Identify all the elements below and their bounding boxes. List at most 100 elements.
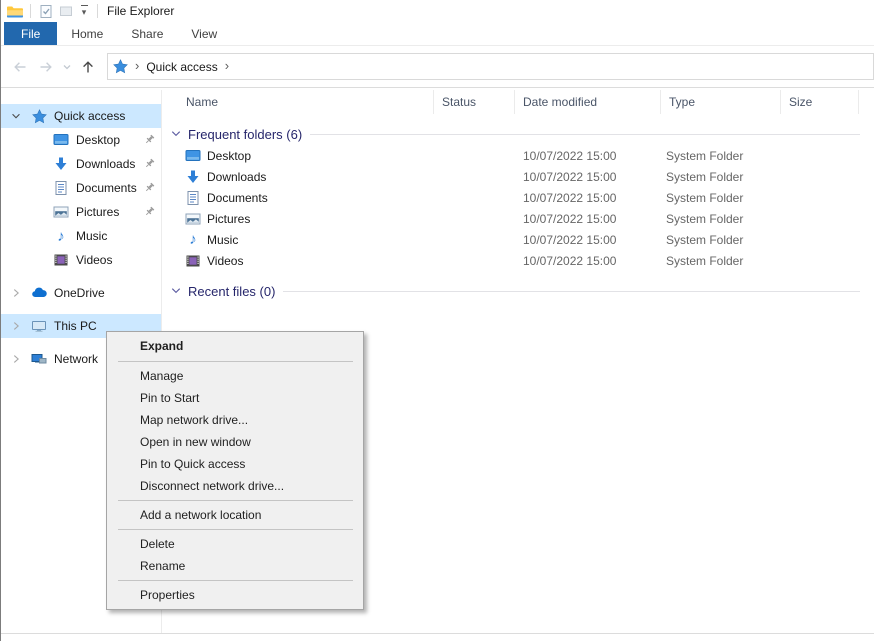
sidebar-item-label: This PC bbox=[54, 319, 97, 333]
file-name: Music bbox=[207, 233, 238, 247]
group-header-recent-files[interactable]: Recent files (0) bbox=[162, 280, 874, 302]
tab-file[interactable]: File bbox=[4, 22, 57, 45]
properties-quick-icon[interactable] bbox=[36, 2, 56, 20]
group-rule bbox=[283, 291, 860, 292]
breadcrumb-chevron-icon[interactable]: › bbox=[128, 58, 146, 75]
videos-icon bbox=[185, 253, 201, 269]
file-row-videos[interactable]: Videos 10/07/2022 15:00 System Folder bbox=[162, 250, 874, 271]
status-bar bbox=[1, 633, 874, 641]
menu-item-pin-to-quick-access[interactable]: Pin to Quick access bbox=[107, 453, 363, 475]
column-header-status[interactable]: Status bbox=[434, 90, 515, 114]
pictures-icon bbox=[185, 211, 201, 227]
music-icon: ♪ bbox=[185, 232, 201, 248]
desktop-icon bbox=[53, 132, 69, 148]
customize-toolbar-dropdown-icon[interactable]: ▾ bbox=[76, 5, 92, 18]
column-header-date-modified[interactable]: Date modified bbox=[515, 90, 661, 114]
file-type: System Folder bbox=[661, 212, 781, 226]
sidebar-item-label: Quick access bbox=[54, 109, 125, 123]
file-row-desktop[interactable]: Desktop 10/07/2022 15:00 System Folder bbox=[162, 145, 874, 166]
group-header-frequent-folders[interactable]: Frequent folders (6) bbox=[162, 123, 874, 145]
menu-item-map-network-drive[interactable]: Map network drive... bbox=[107, 409, 363, 431]
chevron-right-icon[interactable] bbox=[9, 320, 23, 332]
sidebar-item-pictures[interactable]: Pictures bbox=[1, 200, 161, 224]
file-date-modified: 10/07/2022 15:00 bbox=[515, 254, 661, 268]
group-header-label: Recent files (0) bbox=[188, 284, 275, 299]
file-date-modified: 10/07/2022 15:00 bbox=[515, 212, 661, 226]
quick-access-star-icon bbox=[31, 108, 47, 124]
chevron-right-icon[interactable] bbox=[9, 287, 23, 299]
up-icon[interactable] bbox=[75, 54, 101, 80]
chevron-right-icon[interactable] bbox=[9, 353, 23, 365]
menu-separator bbox=[118, 361, 353, 362]
sidebar-item-label: Desktop bbox=[76, 133, 120, 147]
file-type: System Folder bbox=[661, 191, 781, 205]
column-header-name[interactable]: Name bbox=[162, 90, 434, 114]
breadcrumb-quick-access[interactable]: Quick access bbox=[146, 60, 217, 74]
tab-home[interactable]: Home bbox=[57, 22, 117, 45]
pin-icon bbox=[144, 182, 155, 193]
sidebar-item-videos[interactable]: Videos bbox=[1, 248, 161, 272]
file-date-modified: 10/07/2022 15:00 bbox=[515, 149, 661, 163]
menu-item-manage[interactable]: Manage bbox=[107, 365, 363, 387]
back-icon[interactable] bbox=[7, 54, 33, 80]
videos-icon bbox=[53, 252, 69, 268]
menu-item-expand[interactable]: Expand bbox=[107, 334, 363, 358]
sidebar-item-desktop[interactable]: Desktop bbox=[1, 128, 161, 152]
menu-item-properties[interactable]: Properties bbox=[107, 584, 363, 606]
menu-separator bbox=[118, 500, 353, 501]
new-folder-quick-icon[interactable] bbox=[56, 2, 76, 20]
sidebar-item-label: Network bbox=[54, 352, 98, 366]
menu-item-delete[interactable]: Delete bbox=[107, 533, 363, 555]
address-bar[interactable]: › Quick access › bbox=[107, 53, 874, 80]
address-bar-row: › Quick access › bbox=[1, 45, 874, 88]
file-name: Documents bbox=[207, 191, 268, 205]
sidebar-item-onedrive[interactable]: OneDrive bbox=[1, 281, 161, 305]
tab-share[interactable]: Share bbox=[117, 22, 177, 45]
this-pc-icon bbox=[31, 318, 47, 334]
column-header-size[interactable]: Size bbox=[781, 90, 859, 114]
group-header-label: Frequent folders (6) bbox=[188, 127, 302, 142]
sidebar-item-quick-access[interactable]: Quick access bbox=[1, 104, 161, 128]
file-date-modified: 10/07/2022 15:00 bbox=[515, 170, 661, 184]
sidebar-item-documents[interactable]: Documents bbox=[1, 176, 161, 200]
menu-item-add-network-location[interactable]: Add a network location bbox=[107, 504, 363, 526]
file-type: System Folder bbox=[661, 254, 781, 268]
pin-icon bbox=[144, 158, 155, 169]
menu-item-rename[interactable]: Rename bbox=[107, 555, 363, 577]
titlebar-separator bbox=[30, 4, 31, 18]
title-bar: ▾ File Explorer bbox=[1, 0, 874, 22]
menu-item-open-in-new-window[interactable]: Open in new window bbox=[107, 431, 363, 453]
downloads-icon bbox=[53, 156, 69, 172]
file-row-music[interactable]: ♪ Music 10/07/2022 15:00 System Folder bbox=[162, 229, 874, 250]
music-icon: ♪ bbox=[53, 228, 69, 244]
chevron-down-icon bbox=[170, 285, 182, 297]
network-icon bbox=[31, 351, 47, 367]
sidebar-item-label: Videos bbox=[76, 253, 112, 267]
sidebar-item-downloads[interactable]: Downloads bbox=[1, 152, 161, 176]
file-row-downloads[interactable]: Downloads 10/07/2022 15:00 System Folder bbox=[162, 166, 874, 187]
chevron-down-icon bbox=[170, 128, 182, 140]
breadcrumb-chevron-icon[interactable]: › bbox=[218, 58, 236, 75]
recent-locations-chevron-icon[interactable] bbox=[59, 54, 75, 80]
onedrive-icon bbox=[31, 285, 47, 301]
file-type: System Folder bbox=[661, 233, 781, 247]
documents-icon bbox=[53, 180, 69, 196]
sidebar-item-label: OneDrive bbox=[54, 286, 105, 300]
chevron-down-icon[interactable] bbox=[9, 110, 23, 122]
documents-icon bbox=[185, 190, 201, 206]
column-header-type[interactable]: Type bbox=[661, 90, 781, 114]
menu-item-disconnect-network-drive[interactable]: Disconnect network drive... bbox=[107, 475, 363, 497]
file-row-pictures[interactable]: Pictures 10/07/2022 15:00 System Folder bbox=[162, 208, 874, 229]
sidebar-item-music[interactable]: ♪ Music bbox=[1, 224, 161, 248]
group-rule bbox=[310, 134, 860, 135]
tab-view[interactable]: View bbox=[177, 22, 231, 45]
downloads-icon bbox=[185, 169, 201, 185]
file-type: System Folder bbox=[661, 170, 781, 184]
file-name: Downloads bbox=[207, 170, 266, 184]
file-row-documents[interactable]: Documents 10/07/2022 15:00 System Folder bbox=[162, 187, 874, 208]
menu-item-pin-to-start[interactable]: Pin to Start bbox=[107, 387, 363, 409]
sidebar-item-label: Music bbox=[76, 229, 107, 243]
sidebar-item-label: Documents bbox=[76, 181, 137, 195]
file-date-modified: 10/07/2022 15:00 bbox=[515, 233, 661, 247]
forward-icon[interactable] bbox=[33, 54, 59, 80]
